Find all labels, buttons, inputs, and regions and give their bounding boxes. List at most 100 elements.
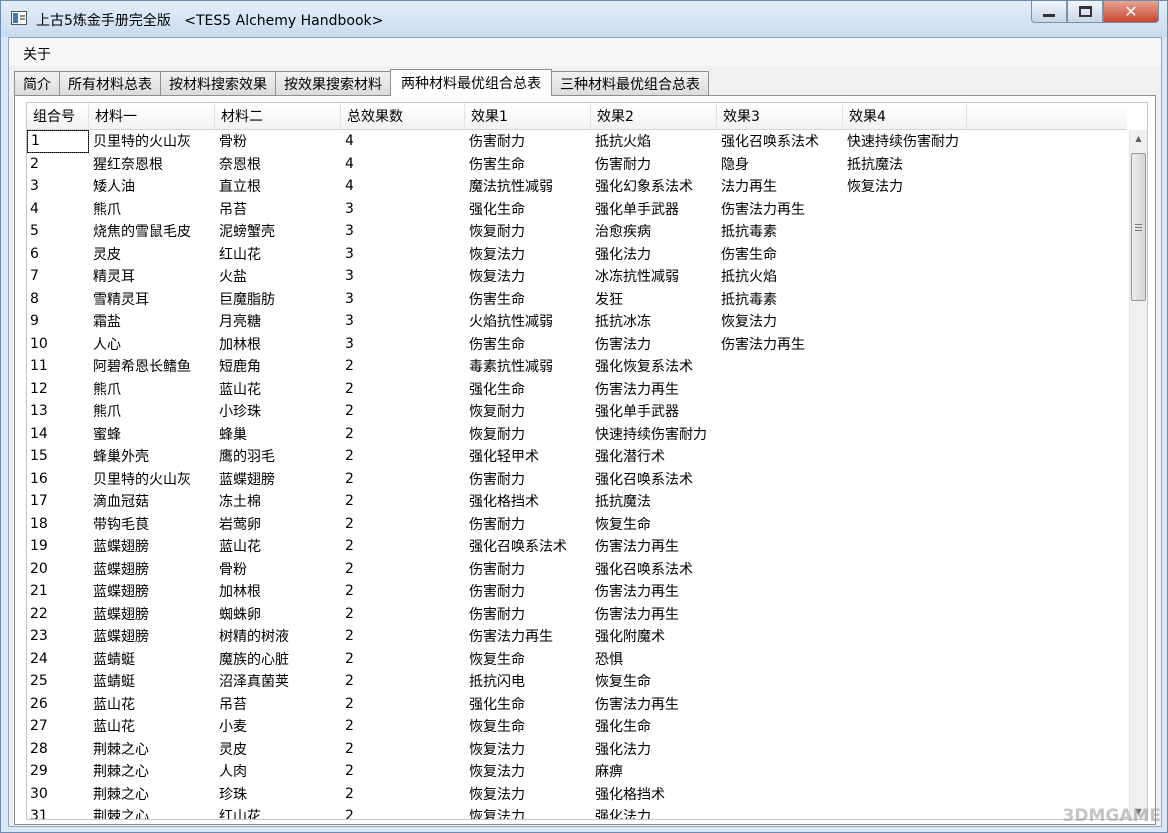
cell-ingredient-1[interactable]: 猩红奈恩根	[89, 153, 215, 176]
cell-effect-4[interactable]	[843, 693, 967, 716]
cell-effect-count[interactable]: 2	[341, 805, 465, 819]
cell-effect-count[interactable]: 2	[341, 445, 465, 468]
cell-effect-3[interactable]: 伤害法力再生	[717, 333, 843, 356]
cell-effect-4[interactable]	[843, 333, 967, 356]
cell-ingredient-2[interactable]: 人肉	[215, 760, 341, 783]
column-header-combo-id[interactable]: 组合号	[27, 103, 89, 130]
cell-effect-count[interactable]: 3	[341, 310, 465, 333]
cell-ingredient-2[interactable]: 红山花	[215, 805, 341, 819]
cell-ingredient-1[interactable]: 蓝山花	[89, 693, 215, 716]
cell-effect-4[interactable]	[843, 243, 967, 266]
cell-effect-2[interactable]: 伤害法力再生	[591, 378, 717, 401]
cell-combo-id[interactable]: 13	[27, 400, 89, 423]
cell-effect-2[interactable]: 强化附魔术	[591, 625, 717, 648]
cell-ingredient-2[interactable]: 奈恩根	[215, 153, 341, 176]
cell-ingredient-1[interactable]: 精灵耳	[89, 265, 215, 288]
cell-effect-4[interactable]	[843, 603, 967, 626]
cell-effect-2[interactable]: 伤害耐力	[591, 153, 717, 176]
cell-effect-1[interactable]: 魔法抗性减弱	[465, 175, 591, 198]
close-button[interactable]: ✕	[1103, 1, 1159, 23]
cell-effect-2[interactable]: 强化格挡术	[591, 783, 717, 806]
cell-effect-1[interactable]: 强化格挡术	[465, 490, 591, 513]
cell-effect-2[interactable]: 抵抗冰冻	[591, 310, 717, 333]
title-bar[interactable]: 上古5炼金手册完全版 <TES5 Alchemy Handbook> ✕	[1, 1, 1167, 37]
cell-effect-3[interactable]: 抵抗火焰	[717, 265, 843, 288]
cell-ingredient-1[interactable]: 雪精灵耳	[89, 288, 215, 311]
table-row[interactable]: 13 熊爪 小珍珠 2 恢复耐力 强化单手武器	[27, 400, 967, 423]
cell-combo-id[interactable]: 5	[27, 220, 89, 243]
table-row[interactable]: 4 熊爪 吊苔 3 强化生命 强化单手武器 伤害法力再生	[27, 198, 967, 221]
cell-ingredient-2[interactable]: 红山花	[215, 243, 341, 266]
column-header-effect-count[interactable]: 总效果数	[341, 103, 465, 130]
cell-effect-1[interactable]: 强化生命	[465, 198, 591, 221]
table-row[interactable]: 29 荆棘之心 人肉 2 恢复法力 麻痹	[27, 760, 967, 783]
cell-effect-2[interactable]: 强化法力	[591, 738, 717, 761]
cell-ingredient-2[interactable]: 沼泽真菌荚	[215, 670, 341, 693]
cell-effect-1[interactable]: 伤害耐力	[465, 513, 591, 536]
cell-combo-id[interactable]: 10	[27, 333, 89, 356]
cell-effect-count[interactable]: 3	[341, 288, 465, 311]
cell-effect-1[interactable]: 恢复法力	[465, 265, 591, 288]
cell-ingredient-1[interactable]: 蓝蝶翅膀	[89, 625, 215, 648]
cell-effect-2[interactable]: 伤害法力再生	[591, 603, 717, 626]
cell-combo-id[interactable]: 30	[27, 783, 89, 806]
menu-about[interactable]: 关于	[23, 44, 51, 64]
table-row[interactable]: 9 霜盐 月亮糖 3 火焰抗性减弱 抵抗冰冻 恢复法力	[27, 310, 967, 333]
table-row[interactable]: 22 蓝蝶翅膀 蜘蛛卵 2 伤害耐力 伤害法力再生	[27, 603, 967, 626]
cell-ingredient-2[interactable]: 灵皮	[215, 738, 341, 761]
cell-effect-count[interactable]: 4	[341, 130, 465, 153]
cell-effect-4[interactable]	[843, 220, 967, 243]
cell-effect-2[interactable]: 强化召唤系法术	[591, 468, 717, 491]
cell-effect-2[interactable]: 冰冻抗性减弱	[591, 265, 717, 288]
cell-effect-1[interactable]: 恢复耐力	[465, 220, 591, 243]
cell-effect-4[interactable]: 抵抗魔法	[843, 153, 967, 176]
cell-effect-4[interactable]	[843, 738, 967, 761]
cell-effect-count[interactable]: 2	[341, 738, 465, 761]
cell-combo-id[interactable]: 31	[27, 805, 89, 819]
cell-combo-id[interactable]: 4	[27, 198, 89, 221]
table-row[interactable]: 23 蓝蝶翅膀 树精的树液 2 伤害法力再生 强化附魔术	[27, 625, 967, 648]
cell-ingredient-2[interactable]: 火盐	[215, 265, 341, 288]
cell-effect-count[interactable]: 2	[341, 378, 465, 401]
cell-effect-1[interactable]: 恢复耐力	[465, 400, 591, 423]
cell-effect-1[interactable]: 恢复耐力	[465, 423, 591, 446]
cell-effect-1[interactable]: 毒素抗性减弱	[465, 355, 591, 378]
cell-effect-2[interactable]: 伤害法力再生	[591, 693, 717, 716]
cell-combo-id[interactable]: 24	[27, 648, 89, 671]
cell-effect-count[interactable]: 2	[341, 558, 465, 581]
column-header-effect-1[interactable]: 效果1	[465, 103, 591, 130]
cell-effect-count[interactable]: 2	[341, 513, 465, 536]
cell-ingredient-2[interactable]: 短鹿角	[215, 355, 341, 378]
cell-effect-4[interactable]	[843, 805, 967, 819]
cell-ingredient-2[interactable]: 吊苔	[215, 198, 341, 221]
cell-effect-4[interactable]	[843, 513, 967, 536]
cell-effect-1[interactable]: 火焰抗性减弱	[465, 310, 591, 333]
cell-effect-3[interactable]: 恢复法力	[717, 310, 843, 333]
cell-combo-id[interactable]: 28	[27, 738, 89, 761]
cell-ingredient-2[interactable]: 骨粉	[215, 558, 341, 581]
cell-ingredient-1[interactable]: 荆棘之心	[89, 783, 215, 806]
minimize-button[interactable]	[1031, 1, 1067, 23]
cell-combo-id[interactable]: 2	[27, 153, 89, 176]
cell-effect-2[interactable]: 强化恢复系法术	[591, 355, 717, 378]
cell-effect-2[interactable]: 伤害法力再生	[591, 580, 717, 603]
cell-effect-2[interactable]: 恢复生命	[591, 513, 717, 536]
cell-effect-2[interactable]: 强化潜行术	[591, 445, 717, 468]
table-row[interactable]: 14 蜜蜂 蜂巢 2 恢复耐力 快速持续伤害耐力	[27, 423, 967, 446]
cell-ingredient-1[interactable]: 蓝山花	[89, 715, 215, 738]
cell-effect-2[interactable]: 强化生命	[591, 715, 717, 738]
cell-effect-1[interactable]: 伤害法力再生	[465, 625, 591, 648]
cell-combo-id[interactable]: 29	[27, 760, 89, 783]
cell-effect-3[interactable]	[717, 490, 843, 513]
cell-effect-3[interactable]: 抵抗毒素	[717, 288, 843, 311]
cell-effect-4[interactable]	[843, 648, 967, 671]
table-row[interactable]: 21 蓝蝶翅膀 加林根 2 伤害耐力 伤害法力再生	[27, 580, 967, 603]
table-row[interactable]: 5 烧焦的雪鼠毛皮 泥螃蟹壳 3 恢复耐力 治愈疾病 抵抗毒素	[27, 220, 967, 243]
cell-ingredient-1[interactable]: 蜜蜂	[89, 423, 215, 446]
table-row[interactable]: 16 贝里特的火山灰 蓝蝶翅膀 2 伤害耐力 强化召唤系法术	[27, 468, 967, 491]
cell-combo-id[interactable]: 22	[27, 603, 89, 626]
cell-ingredient-2[interactable]: 岩莺卵	[215, 513, 341, 536]
cell-effect-3[interactable]: 伤害法力再生	[717, 198, 843, 221]
cell-effect-count[interactable]: 3	[341, 220, 465, 243]
cell-effect-count[interactable]: 2	[341, 423, 465, 446]
